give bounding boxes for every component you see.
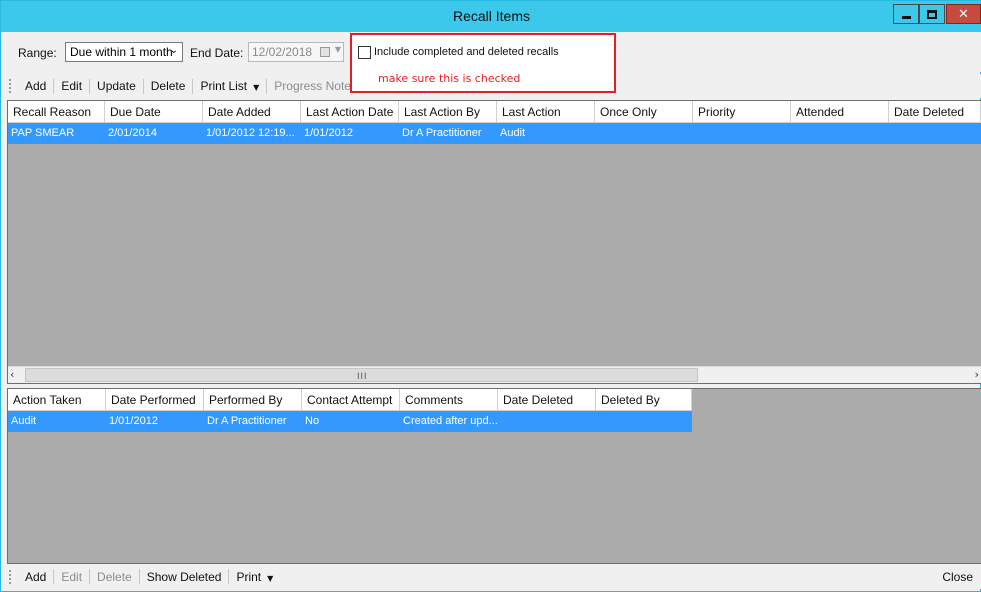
toolbar-grip[interactable]	[9, 569, 12, 584]
end-date-value: 12/02/2018	[252, 45, 313, 59]
chevron-down-icon: ⌄	[169, 45, 178, 56]
column-header[interactable]: Last Action By	[399, 101, 497, 123]
column-header[interactable]: Performed By	[204, 389, 302, 411]
table-cell: 1/01/2012	[109, 415, 158, 427]
toolbar-grip[interactable]	[9, 79, 12, 93]
action-grid-header: Action Taken Date Performed Performed By…	[8, 389, 692, 411]
print-list-button[interactable]: Print List ▼	[193, 79, 266, 93]
minimize-button[interactable]	[893, 4, 919, 24]
print-list-label: Print List	[200, 79, 248, 93]
action-toolbar: Add Edit Delete Show Deleted Print ▼ Clos…	[1, 564, 981, 589]
table-cell	[791, 123, 889, 144]
update-recall-button[interactable]: Update	[90, 79, 143, 93]
dropdown-arrow-icon[interactable]: ▼	[335, 45, 341, 54]
maximize-button[interactable]	[919, 4, 945, 24]
column-header[interactable]: Comments	[400, 389, 498, 411]
close-button[interactable]: Close	[935, 570, 980, 584]
column-header[interactable]: Due Date	[105, 101, 203, 123]
window-title: Recall Items	[452, 8, 531, 24]
table-cell	[889, 123, 981, 144]
recall-grid[interactable]: Recall Reason Due Date Date Added Last A…	[7, 100, 981, 384]
dropdown-arrow-icon: ▼	[267, 573, 274, 583]
horizontal-scrollbar[interactable]: ‹ III ›	[8, 366, 981, 383]
annotation-callout: Include completed and deleted recalls ma…	[350, 33, 616, 93]
scroll-left-icon[interactable]: ‹	[10, 368, 14, 381]
table-cell	[498, 411, 596, 432]
minimize-icon	[901, 15, 911, 19]
delete-action-button[interactable]: Delete	[90, 570, 139, 584]
table-cell	[596, 411, 692, 432]
table-cell: Audit	[500, 127, 526, 139]
end-date-label: End Date:	[190, 46, 244, 60]
column-header[interactable]: Contact Attempt	[302, 389, 400, 411]
column-header[interactable]: Once Only	[595, 101, 693, 123]
column-header[interactable]: Date Deleted	[889, 101, 981, 123]
print-label: Print	[236, 569, 262, 584]
range-value: Due within 1 month	[70, 45, 173, 59]
table-cell: Audit	[11, 415, 37, 427]
maximize-icon	[927, 9, 937, 19]
column-header[interactable]: Recall Reason	[8, 101, 105, 123]
column-header[interactable]: Date Deleted	[498, 389, 596, 411]
range-label: Range:	[18, 46, 57, 60]
table-cell	[693, 123, 791, 144]
range-select[interactable]: Due within 1 month ⌄	[65, 42, 183, 62]
table-cell: Dr A Practitioner	[207, 415, 287, 427]
column-header[interactable]: Last Action	[497, 101, 595, 123]
column-header[interactable]: Priority	[693, 101, 791, 123]
table-cell	[595, 123, 693, 144]
table-row[interactable]: Audit 1/01/2012 Dr A Practitioner No Cre…	[8, 411, 692, 432]
end-date-field[interactable]: 12/02/2018 ▼	[248, 42, 344, 62]
table-cell: No	[305, 415, 320, 427]
table-row[interactable]: PAP SMEAR 2/01/2014 1/01/2012 12:19... 1…	[8, 123, 981, 144]
action-grid[interactable]: Action Taken Date Performed Performed By…	[7, 388, 981, 564]
scroll-grip: III	[357, 371, 368, 381]
table-cell: 1/01/2012	[304, 127, 353, 139]
column-header[interactable]: Action Taken	[8, 389, 106, 411]
edit-action-button[interactable]: Edit	[54, 570, 89, 584]
calendar-icon[interactable]	[320, 47, 330, 57]
table-cell: PAP SMEAR	[11, 127, 75, 139]
close-icon: ✕	[958, 6, 969, 22]
show-deleted-button[interactable]: Show Deleted	[140, 570, 229, 584]
column-header[interactable]: Deleted By	[596, 389, 692, 411]
scroll-right-icon[interactable]: ›	[975, 368, 979, 381]
add-action-button[interactable]: Add	[18, 570, 53, 584]
column-header[interactable]: Date Added	[203, 101, 301, 123]
column-header[interactable]: Last Action Date	[301, 101, 399, 123]
table-cell: Dr A Practitioner	[402, 127, 482, 139]
add-recall-button[interactable]: Add	[18, 79, 53, 93]
table-cell: 2/01/2014	[108, 127, 157, 139]
table-cell: 1/01/2012 12:19...	[206, 127, 295, 139]
table-cell: Created after upd...	[403, 415, 498, 427]
column-header[interactable]: Attended	[791, 101, 889, 123]
print-button[interactable]: Print ▼	[229, 570, 280, 584]
recall-grid-header: Recall Reason Due Date Date Added Last A…	[8, 101, 981, 123]
scroll-thumb[interactable]: III	[25, 368, 698, 382]
include-completed-label[interactable]: Include completed and deleted recalls	[374, 46, 559, 58]
include-completed-checkbox[interactable]	[358, 46, 371, 59]
edit-recall-button[interactable]: Edit	[54, 79, 89, 93]
recall-items-window: Recall Items ✕ Range: Due within 1 month…	[0, 0, 981, 592]
dropdown-arrow-icon: ▼	[253, 83, 260, 92]
close-window-button[interactable]: ✕	[946, 4, 981, 24]
delete-recall-button[interactable]: Delete	[144, 79, 193, 93]
title-bar[interactable]: Recall Items ✕	[1, 1, 981, 32]
column-header[interactable]: Date Performed	[106, 389, 204, 411]
annotation-text: make sure this is checked	[378, 72, 521, 85]
